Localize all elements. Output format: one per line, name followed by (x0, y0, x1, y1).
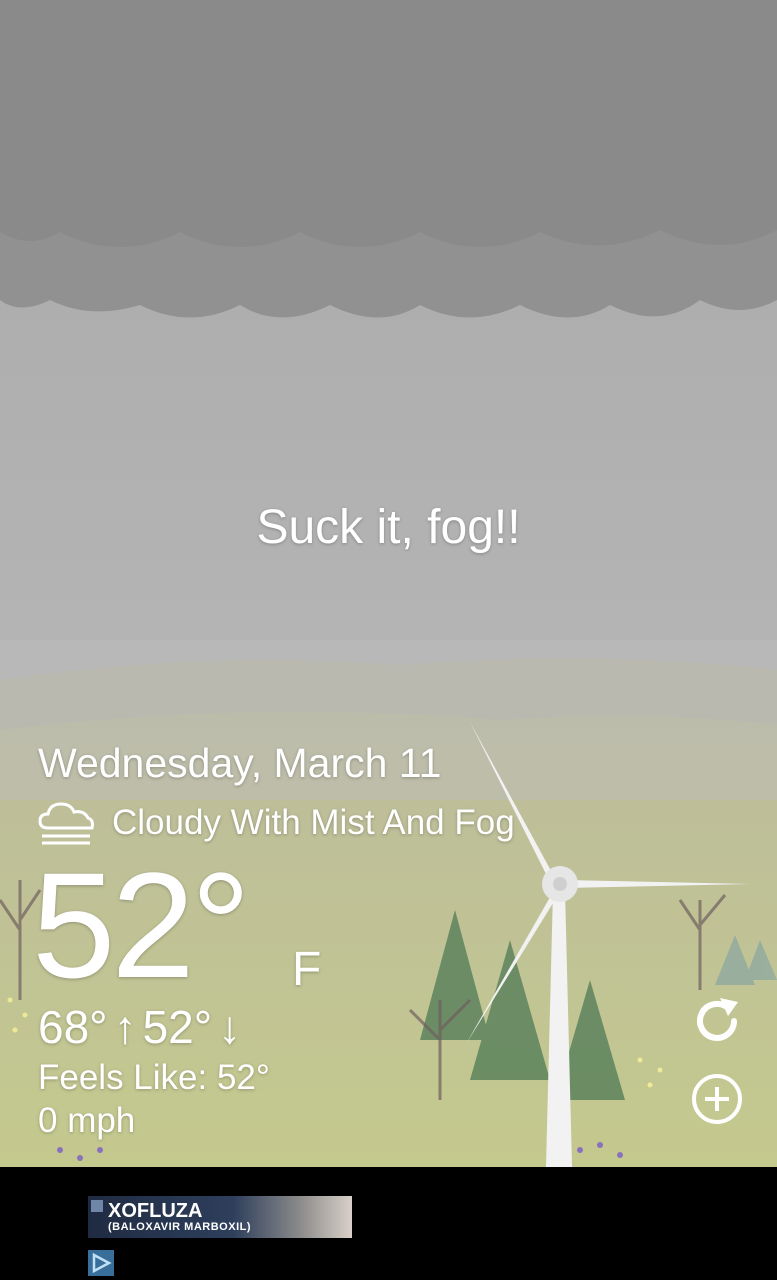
arrow-down-icon: ↓ (218, 1001, 242, 1053)
high-temperature: 68° (38, 1001, 108, 1053)
wind-speed: 0 mph (38, 1101, 136, 1140)
arrow-up-icon: ↑ (113, 1001, 137, 1053)
ad-banner[interactable]: XOFLUZA (BALOXAVIR MARBOXIL) (88, 1196, 352, 1238)
weather-message: Suck it, fog!! (256, 501, 521, 554)
feels-like: Feels Like: 52° (38, 1058, 270, 1097)
current-temperature: 52° (32, 841, 251, 1009)
add-location-icon[interactable] (690, 1072, 744, 1126)
ad-badge-icon (91, 1200, 103, 1212)
temperature-unit: F (292, 943, 322, 996)
date-label: Wednesday, March 11 (38, 740, 442, 786)
ad-subtitle: (BALOXAVIR MARBOXIL) (108, 1221, 252, 1233)
refresh-icon[interactable] (690, 994, 744, 1048)
ad-brand: XOFLUZA (108, 1200, 203, 1222)
adchoices-icon[interactable] (88, 1250, 114, 1276)
low-temperature: 52° (142, 1001, 213, 1053)
high-low-row: 68° ↑ 52° ↓ (38, 1000, 247, 1054)
condition-text: Cloudy With Mist And Fog (112, 803, 515, 842)
